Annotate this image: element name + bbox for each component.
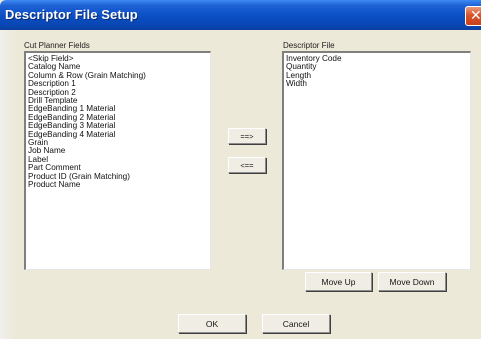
descriptor-file-item[interactable]: Quantity: [286, 62, 470, 71]
add-field-button[interactable]: ==>: [228, 128, 266, 144]
descriptor-file-label: Descriptor File: [283, 41, 335, 50]
cut-planner-fields-label: Cut Planner Fields: [24, 41, 90, 50]
descriptor-file-list[interactable]: Inventory Code Quantity Length Width: [282, 51, 471, 270]
cut-planner-fields-items: <Skip Field> Catalog Name Column & Row (Gr…: [26, 53, 210, 190]
close-button[interactable]: ✕: [465, 6, 481, 26]
background-decoration: [0, 30, 18, 339]
descriptor-file-items: Inventory Code Quantity Length Width: [284, 53, 470, 89]
remove-field-button[interactable]: <==: [228, 157, 266, 173]
cut-planner-field-item[interactable]: EdgeBanding 4 Material: [28, 130, 210, 139]
title-bar[interactable]: Descriptor File Setup ✕: [0, 0, 481, 30]
window-title: Descriptor File Setup: [5, 7, 138, 22]
close-icon: ✕: [470, 7, 481, 23]
descriptor-file-item[interactable]: Width: [286, 79, 470, 88]
move-up-button[interactable]: Move Up: [305, 272, 372, 291]
descriptor-file-setup-dialog: Descriptor File Setup ✕ Cut Planner Fiel…: [0, 0, 481, 339]
ok-button[interactable]: OK: [178, 314, 246, 333]
descriptor-file-item[interactable]: Length: [286, 71, 470, 80]
cancel-button[interactable]: Cancel: [262, 314, 330, 333]
cut-planner-field-item[interactable]: Job Name: [28, 147, 210, 156]
move-down-button[interactable]: Move Down: [378, 272, 446, 291]
cut-planner-field-item[interactable]: Product Name: [28, 180, 210, 189]
cut-planner-fields-list[interactable]: <Skip Field> Catalog Name Column & Row (Gr…: [24, 51, 211, 270]
